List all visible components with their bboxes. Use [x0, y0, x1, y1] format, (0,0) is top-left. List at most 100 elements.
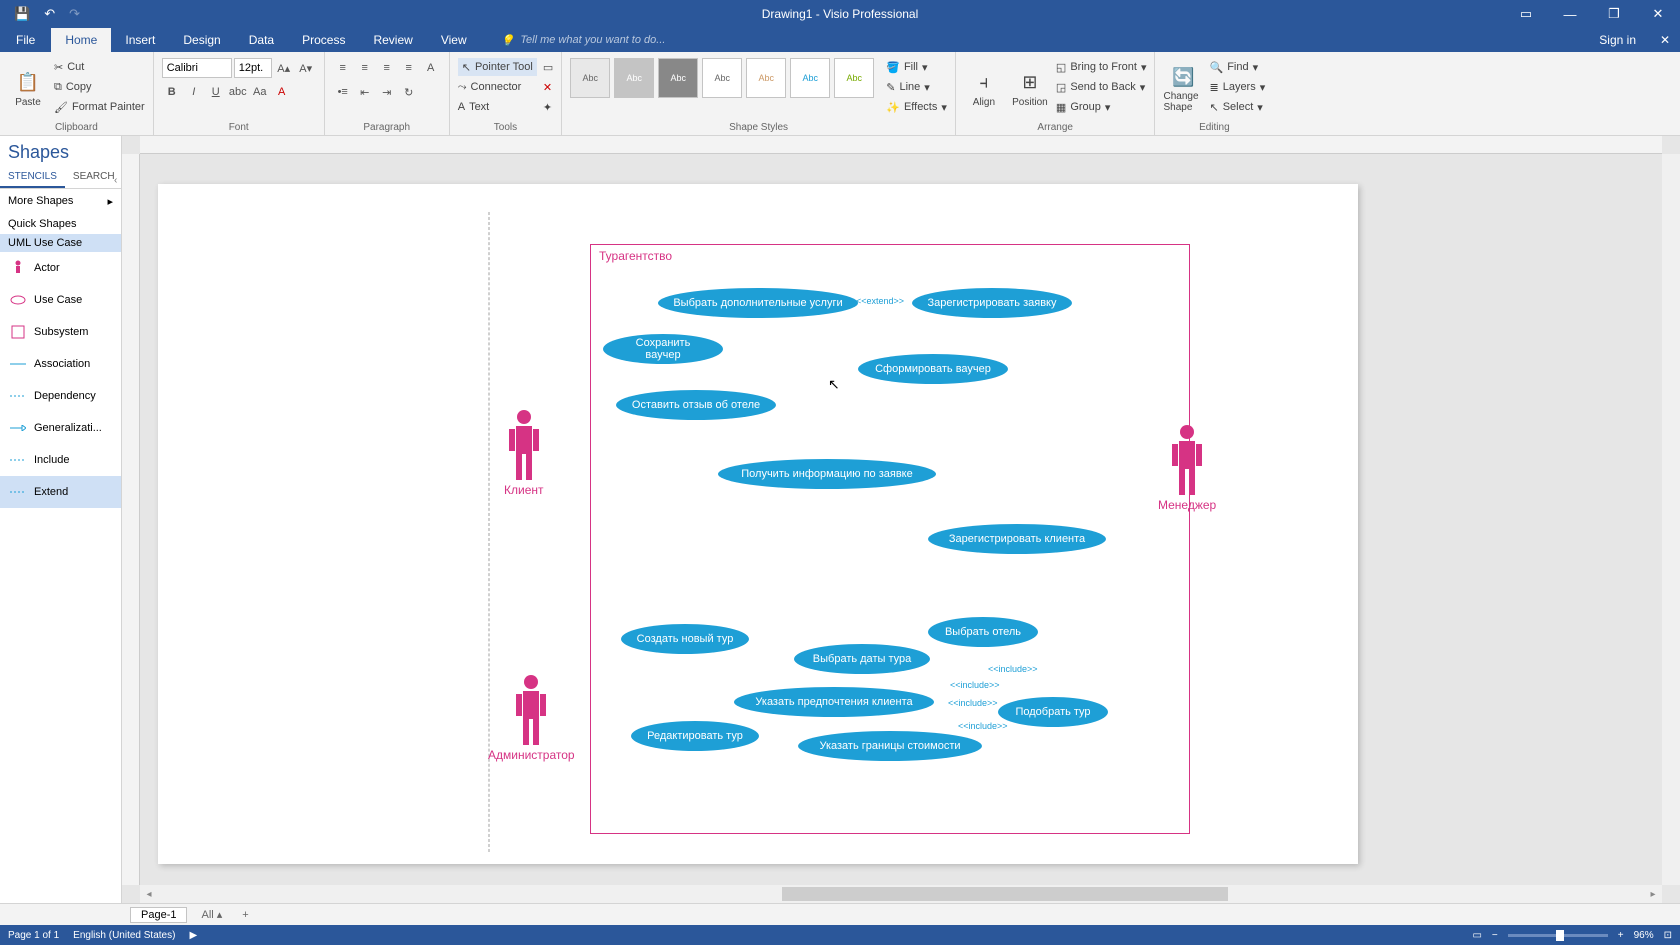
connector-tool-button[interactable]: ⤳ Connector — [458, 78, 537, 96]
all-pages-button[interactable]: All ▴ — [195, 908, 228, 921]
position-button[interactable]: ⊞Position — [1010, 58, 1050, 120]
usecase[interactable]: Указать предпочтения клиента — [734, 687, 934, 717]
tab-insert[interactable]: Insert — [111, 28, 169, 52]
find-button[interactable]: 🔍 Find ▾ — [1209, 58, 1265, 76]
usecase[interactable]: Указать границы стоимости — [798, 731, 982, 761]
shape-subsystem[interactable]: Subsystem — [0, 316, 121, 348]
style-swatch[interactable]: Abc — [570, 58, 610, 98]
change-shape-button[interactable]: 🔄Change Shape — [1163, 58, 1203, 120]
sign-in-link[interactable]: Sign in — [1585, 28, 1650, 52]
tab-view[interactable]: View — [427, 28, 481, 52]
usecase[interactable]: Зарегистрировать заявку — [912, 288, 1072, 318]
shape-generalization[interactable]: Generalizati... — [0, 412, 121, 444]
doc-close-icon[interactable]: ✕ — [1650, 28, 1680, 52]
cancel-tool-icon[interactable]: ✕ — [543, 78, 553, 96]
italic-button[interactable]: I — [184, 82, 204, 102]
presentation-mode-icon[interactable]: ▭ — [1472, 930, 1481, 941]
zoom-value[interactable]: 96% — [1634, 930, 1654, 941]
style-swatch[interactable]: Abc — [790, 58, 830, 98]
page-tab[interactable]: Page-1 — [130, 907, 187, 923]
style-swatch[interactable]: Abc — [834, 58, 874, 98]
strike-button[interactable]: abc — [228, 82, 248, 102]
fit-page-icon[interactable]: ⊡ — [1664, 930, 1672, 941]
tab-data[interactable]: Data — [235, 28, 288, 52]
rectangle-tool-icon[interactable]: ▭ — [543, 58, 553, 76]
stencil-header[interactable]: UML Use Case — [0, 234, 121, 252]
ribbon-options-icon[interactable]: ▭ — [1504, 0, 1548, 28]
bring-front-button[interactable]: ◱ Bring to Front ▾ — [1056, 58, 1147, 76]
usecase[interactable]: Получить информацию по заявке — [718, 459, 936, 489]
usecase[interactable]: Зарегистрировать клиента — [928, 524, 1106, 554]
increase-font-icon[interactable]: A▴ — [274, 58, 294, 78]
usecase[interactable]: Оставить отзыв об отеле — [616, 390, 776, 420]
paste-button[interactable]: 📋 Paste — [8, 58, 48, 120]
usecase[interactable]: Выбрать даты тура — [794, 644, 930, 674]
cut-button[interactable]: ✂ Cut — [54, 58, 145, 76]
usecase[interactable]: Сформировать ваучер — [858, 354, 1008, 384]
rotate-text-icon[interactable]: ↻ — [399, 82, 419, 102]
stencils-tab[interactable]: STENCILS — [0, 167, 65, 188]
vertical-scrollbar[interactable] — [1662, 154, 1680, 885]
maximize-button[interactable]: ❐ — [1592, 0, 1636, 28]
style-swatch[interactable]: Abc — [658, 58, 698, 98]
bold-button[interactable]: B — [162, 82, 182, 102]
copy-button[interactable]: ⧉ Copy — [54, 78, 145, 96]
actor-admin[interactable]: Администратор — [488, 674, 575, 762]
usecase[interactable]: Редактировать тур — [631, 721, 759, 751]
usecase[interactable]: Создать новый тур — [621, 624, 749, 654]
undo-icon[interactable]: ↶ — [44, 6, 55, 22]
scroll-right-icon[interactable]: ▸ — [1644, 889, 1662, 900]
effects-button[interactable]: ✨ Effects ▾ — [886, 98, 947, 116]
more-shapes-button[interactable]: More Shapes▸ — [0, 189, 121, 214]
underline-button[interactable]: U — [206, 82, 226, 102]
zoom-slider[interactable] — [1508, 934, 1608, 937]
tab-home[interactable]: Home — [51, 28, 111, 52]
shape-extend[interactable]: Extend — [0, 476, 121, 508]
shape-association[interactable]: Association — [0, 348, 121, 380]
shape-actor[interactable]: Actor — [0, 252, 121, 284]
outdent-icon[interactable]: ⇤ — [355, 82, 375, 102]
usecase[interactable]: Выбрать отель — [928, 617, 1038, 647]
align-button[interactable]: ⫞Align — [964, 58, 1004, 120]
usecase[interactable]: Выбрать дополнительные услуги — [658, 288, 858, 318]
pointer-tool-button[interactable]: ↖ Pointer Tool — [458, 58, 537, 76]
line-button[interactable]: ✎ Line ▾ — [886, 78, 947, 96]
align-right-icon[interactable]: ≡ — [377, 58, 397, 78]
tab-design[interactable]: Design — [169, 28, 234, 52]
tab-file[interactable]: File — [0, 28, 51, 52]
canvas[interactable]: Турагентство — [140, 154, 1662, 885]
justify-icon[interactable]: ≡ — [399, 58, 419, 78]
align-center-icon[interactable]: ≡ — [355, 58, 375, 78]
quick-shapes-button[interactable]: Quick Shapes — [0, 214, 121, 234]
scroll-thumb[interactable] — [782, 887, 1228, 901]
align-left-icon[interactable]: ≡ — [333, 58, 353, 78]
fill-button[interactable]: 🪣 Fill ▾ — [886, 58, 947, 76]
close-button[interactable]: ✕ — [1636, 0, 1680, 28]
text-tool-button[interactable]: A Text — [458, 98, 537, 116]
language-indicator[interactable]: English (United States) — [73, 930, 175, 941]
add-page-button[interactable]: + — [236, 909, 254, 921]
scroll-left-icon[interactable]: ◂ — [140, 889, 158, 900]
send-back-button[interactable]: ◲ Send to Back ▾ — [1056, 78, 1147, 96]
shape-include[interactable]: Include — [0, 444, 121, 476]
tab-review[interactable]: Review — [359, 28, 426, 52]
macro-icon[interactable]: ▶ — [189, 930, 197, 941]
tab-process[interactable]: Process — [288, 28, 359, 52]
indent-icon[interactable]: ⇥ — [377, 82, 397, 102]
zoom-out-icon[interactable]: − — [1492, 930, 1498, 941]
horizontal-scrollbar[interactable]: ◂ ▸ — [140, 885, 1662, 903]
group-button[interactable]: ▦ Group ▾ — [1056, 98, 1147, 116]
usecase[interactable]: Подобрать тур — [998, 697, 1108, 727]
style-swatch[interactable]: Abc — [746, 58, 786, 98]
shape-use-case[interactable]: Use Case — [0, 284, 121, 316]
tell-me-search[interactable]: 💡 Tell me what you want to do... — [501, 28, 666, 52]
bullets-icon[interactable]: •≡ — [333, 82, 353, 102]
font-size-input[interactable] — [234, 58, 272, 78]
shape-dependency[interactable]: Dependency — [0, 380, 121, 412]
actor-client[interactable]: Клиент — [504, 409, 544, 497]
usecase[interactable]: Сохранить ваучер — [603, 334, 723, 364]
connection-point-icon[interactable]: ✦ — [543, 98, 553, 116]
decrease-font-icon[interactable]: A▾ — [296, 58, 316, 78]
style-swatch[interactable]: Abc — [614, 58, 654, 98]
drawing-page[interactable]: Турагентство — [158, 184, 1358, 864]
